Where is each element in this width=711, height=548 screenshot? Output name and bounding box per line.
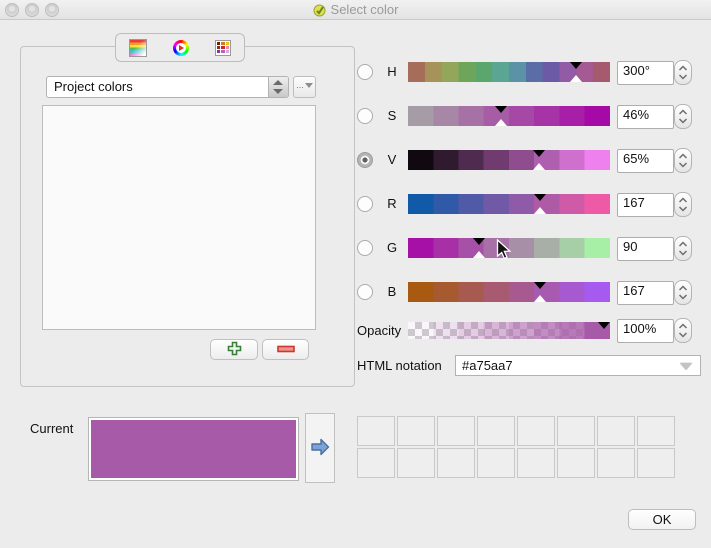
radio-g[interactable] [357, 240, 373, 256]
html-notation-label: HTML notation [357, 358, 442, 373]
label-r: R [384, 196, 400, 211]
label-g: G [384, 240, 400, 255]
slider-marker-top[interactable] [534, 282, 546, 289]
slider-marker-bottom [473, 251, 485, 258]
radio-b[interactable] [357, 284, 373, 300]
plus-icon [227, 341, 242, 359]
slider-marker-top[interactable] [534, 194, 546, 201]
ok-button[interactable]: OK [628, 509, 696, 530]
chevron-down-icon [273, 89, 283, 94]
value-opacity[interactable]: 100% [617, 319, 674, 343]
slider-red[interactable] [408, 194, 610, 214]
slider-marker-top[interactable] [495, 106, 507, 113]
tab-color-swatches[interactable] [215, 40, 231, 56]
swatch-cell[interactable] [557, 416, 595, 446]
current-color-frame [88, 417, 299, 481]
current-label: Current [30, 421, 73, 436]
add-color-button[interactable] [210, 339, 258, 360]
titlebar: Select color [0, 0, 711, 20]
view-tabbar [115, 33, 245, 62]
radio-v[interactable] [357, 152, 373, 168]
slider-blue[interactable] [408, 282, 610, 302]
window-title: Select color [0, 2, 711, 20]
swatch-cell[interactable] [597, 416, 635, 446]
slider-marker-top[interactable] [473, 238, 485, 245]
slider-marker-top[interactable] [533, 150, 545, 157]
swatch-cell[interactable] [517, 416, 555, 446]
dropdown-arrow-icon [305, 83, 313, 88]
label-s: S [384, 108, 400, 123]
select-stepper[interactable] [268, 77, 288, 97]
swatch-cell[interactable] [557, 448, 595, 478]
swatch-cell[interactable] [357, 448, 395, 478]
swatch-cell[interactable] [477, 416, 515, 446]
stepper-v[interactable] [674, 148, 692, 173]
swatch-cell[interactable] [437, 448, 475, 478]
stepper-r[interactable] [674, 192, 692, 217]
tab-color-wheel[interactable] [173, 40, 189, 56]
stepper-s[interactable] [674, 104, 692, 129]
add-current-to-swatches-button[interactable] [305, 413, 335, 483]
window-title-text: Select color [331, 2, 399, 17]
blue-arrow-right-icon [309, 436, 331, 461]
stepper-b[interactable] [674, 280, 692, 305]
recent-swatches-grid [357, 416, 675, 478]
swatch-cell[interactable] [397, 448, 435, 478]
dropdown-arrow-icon[interactable] [680, 363, 692, 370]
value-r[interactable]: 167 [617, 193, 674, 217]
swatch-cell[interactable] [397, 416, 435, 446]
select-color-dialog: Select color Project colors ... [0, 0, 711, 548]
stepper-opacity[interactable] [674, 318, 692, 343]
swatch-cell[interactable] [437, 416, 475, 446]
palette-scheme-select[interactable]: Project colors [46, 76, 289, 98]
palette-scheme-value: Project colors [54, 79, 133, 94]
radio-r[interactable] [357, 196, 373, 212]
html-notation-field[interactable]: #a75aa7 [455, 355, 701, 376]
stepper-g[interactable] [674, 236, 692, 261]
swatch-cell[interactable] [517, 448, 555, 478]
minus-icon [277, 342, 295, 357]
slider-marker-bottom [534, 295, 546, 302]
opacity-label: Opacity [357, 323, 401, 338]
swatch-cell[interactable] [597, 448, 635, 478]
value-v[interactable]: 65% [617, 149, 674, 173]
label-h: H [384, 64, 400, 79]
stepper-h[interactable] [674, 60, 692, 85]
slider-marker-bottom [570, 75, 582, 82]
swatch-cell[interactable] [637, 448, 675, 478]
swatch-cell[interactable] [477, 448, 515, 478]
value-h[interactable]: 300° [617, 61, 674, 85]
radio-s[interactable] [357, 108, 373, 124]
current-color-swatch [91, 420, 296, 478]
swatch-cell[interactable] [357, 416, 395, 446]
tab-color-box[interactable] [129, 39, 147, 57]
value-b[interactable]: 167 [617, 281, 674, 305]
slider-saturation[interactable] [408, 106, 610, 126]
slider-value[interactable] [408, 150, 610, 170]
palette-more-button[interactable]: ... [293, 76, 316, 98]
swatch-cell[interactable] [637, 416, 675, 446]
html-notation-value: #a75aa7 [462, 358, 513, 373]
slider-marker-top[interactable] [598, 322, 610, 329]
slider-hue[interactable] [408, 62, 610, 82]
label-v: V [384, 152, 400, 167]
slider-marker-bottom [495, 119, 507, 126]
radio-h[interactable] [357, 64, 373, 80]
chevron-up-icon [273, 80, 283, 85]
palette-color-list[interactable] [42, 105, 316, 330]
value-s[interactable]: 46% [617, 105, 674, 129]
value-g[interactable]: 90 [617, 237, 674, 261]
remove-color-button[interactable] [262, 339, 309, 360]
slider-marker-bottom [534, 207, 546, 214]
mouse-cursor [496, 239, 512, 264]
label-b: B [384, 284, 400, 299]
more-button-label: ... [296, 80, 304, 90]
slider-opacity[interactable] [408, 322, 610, 339]
slider-marker-bottom [533, 163, 545, 170]
slider-marker-top[interactable] [570, 62, 582, 69]
qgis-app-icon [313, 4, 326, 20]
